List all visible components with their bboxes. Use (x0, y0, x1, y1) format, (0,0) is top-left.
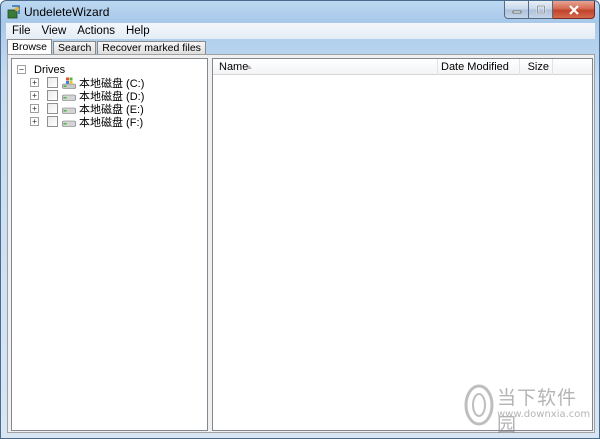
expand-icon[interactable]: + (30, 117, 39, 126)
maximize-button[interactable] (529, 1, 553, 19)
tab-strip: Browse Search Recover marked files (7, 39, 207, 55)
list-header: Name Date Modified Size (213, 59, 592, 75)
drive-checkbox[interactable] (47, 116, 58, 127)
close-button[interactable] (553, 1, 595, 19)
drive-checkbox[interactable] (47, 103, 58, 114)
tab-recover-marked-files[interactable]: Recover marked files (97, 41, 206, 55)
file-list[interactable]: Name Date Modified Size (212, 58, 593, 431)
hard-drive-icon (62, 103, 76, 115)
hard-drive-icon (62, 90, 76, 102)
tree-item-drive-f[interactable]: + 本地磁盘 (F:) (30, 115, 144, 129)
menu-actions[interactable]: Actions (71, 23, 120, 39)
tree-root-drives[interactable]: − Drives (17, 63, 65, 76)
app-window: UndeleteWizard File View Actions Help Br… (0, 0, 600, 439)
window-controls (504, 1, 595, 19)
menu-bar: File View Actions Help (6, 23, 595, 39)
tree-item-label: 本地磁盘 (F:) (79, 116, 144, 129)
menu-file[interactable]: File (6, 23, 36, 39)
column-header-size[interactable]: Size (520, 59, 553, 75)
column-name-label: Name (219, 61, 249, 73)
minimize-icon (512, 10, 521, 13)
hard-drive-icon (62, 116, 76, 128)
minimize-button[interactable] (504, 1, 529, 19)
menu-view[interactable]: View (36, 23, 72, 39)
title-bar[interactable]: UndeleteWizard (1, 1, 599, 23)
expand-icon[interactable]: + (30, 78, 39, 87)
tab-browse[interactable]: Browse (7, 39, 53, 55)
collapse-icon[interactable]: − (17, 65, 26, 74)
app-icon (7, 5, 20, 19)
column-header-name[interactable]: Name (213, 59, 438, 75)
expand-icon[interactable]: + (30, 104, 39, 113)
close-icon (568, 4, 579, 15)
drive-tree[interactable]: − Drives + 本地磁盘 (C:) + 本地磁盘 (D:) + 本地磁盘 … (11, 58, 208, 431)
tab-content: − Drives + 本地磁盘 (C:) + 本地磁盘 (D:) + 本地磁盘 … (7, 54, 595, 433)
window-title: UndeleteWizard (24, 5, 110, 19)
menu-help[interactable]: Help (120, 23, 155, 39)
watermark: 当下软件园 www.downxia.com (463, 381, 590, 436)
sort-ascending-icon (246, 65, 252, 69)
windows-drive-icon (62, 77, 76, 89)
column-header-filler (553, 59, 592, 75)
column-header-date-modified[interactable]: Date Modified (438, 59, 520, 75)
expand-icon[interactable]: + (30, 91, 39, 100)
maximize-icon (536, 5, 545, 14)
watermark-logo-icon (464, 384, 494, 426)
tree-root-label: Drives (34, 63, 66, 76)
tab-search[interactable]: Search (53, 41, 97, 55)
drive-checkbox[interactable] (47, 90, 58, 101)
drive-checkbox[interactable] (47, 77, 58, 88)
watermark-url: www.downxia.com (497, 409, 591, 420)
